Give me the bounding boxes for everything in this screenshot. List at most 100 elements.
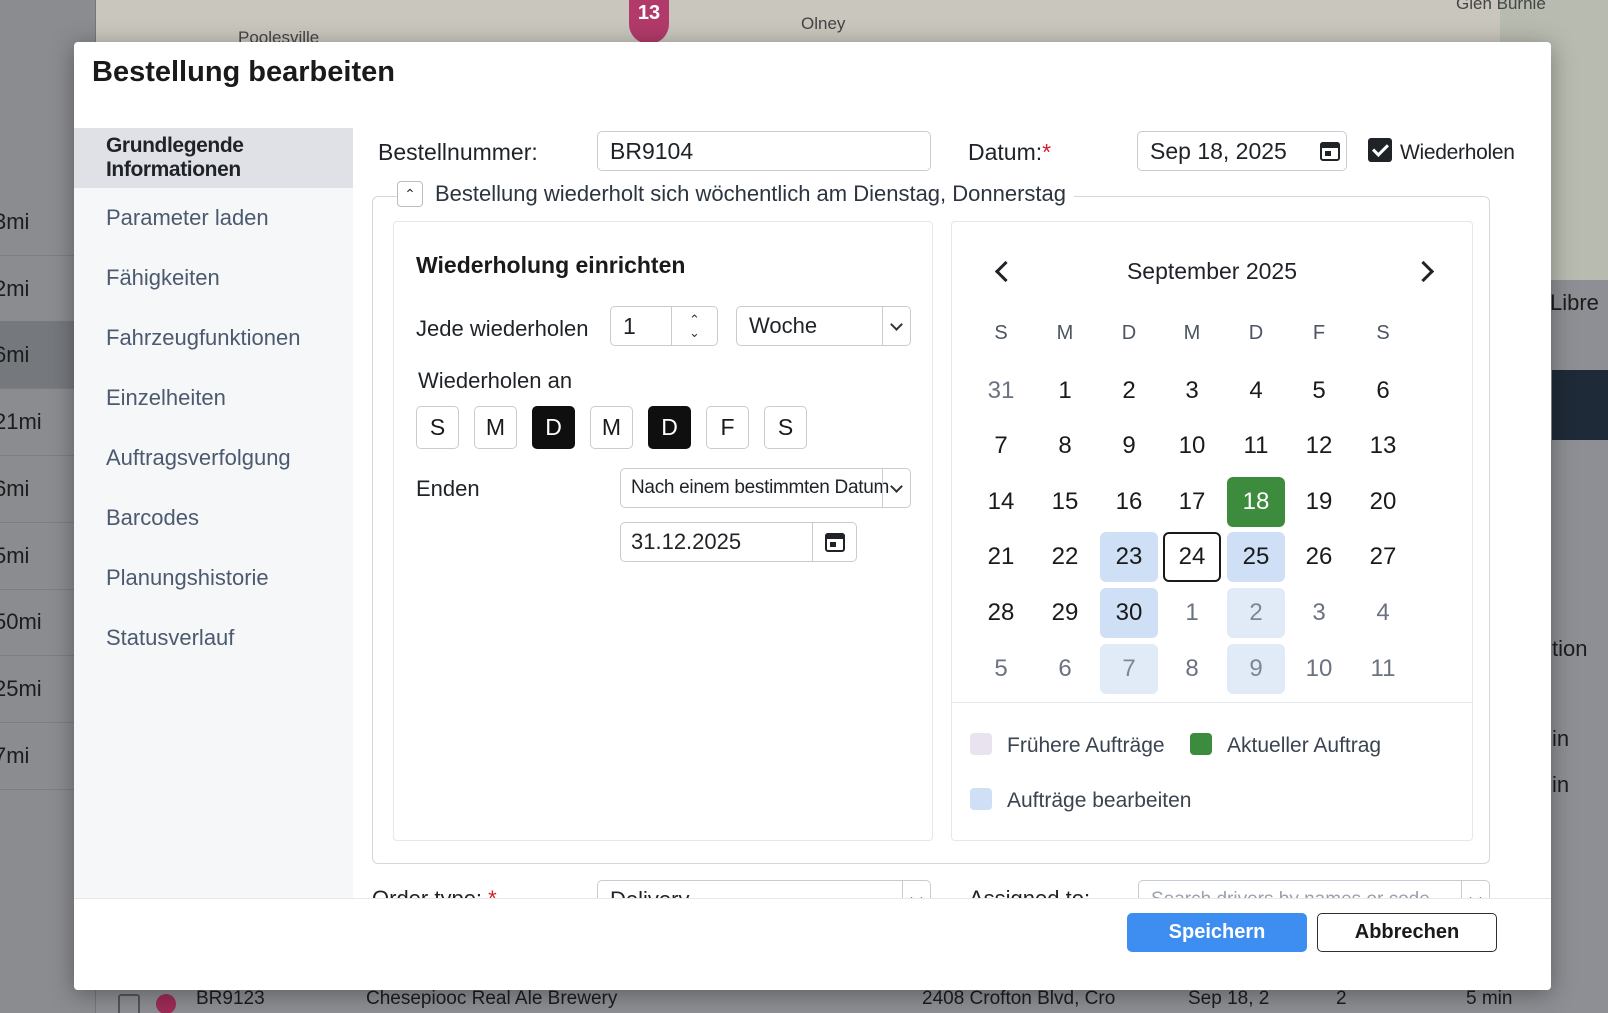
row-customer: Chesepiooc Real Ale Brewery bbox=[366, 988, 618, 1009]
calendar-icon[interactable] bbox=[1314, 132, 1346, 170]
calendar-day[interactable]: 12 bbox=[1290, 421, 1348, 471]
calendar-day[interactable]: 2 bbox=[1227, 588, 1285, 638]
order-type-value: Delivery bbox=[610, 887, 689, 898]
calendar-day[interactable]: 28 bbox=[972, 588, 1030, 638]
calendar-day[interactable]: 6 bbox=[1036, 644, 1094, 694]
chevron-down-icon bbox=[1461, 881, 1489, 898]
weekday-thursday[interactable]: D bbox=[648, 406, 691, 449]
calendar-day[interactable]: 17 bbox=[1163, 477, 1221, 527]
row-date: Sep 18, 2 bbox=[1188, 988, 1270, 1009]
chevron-down-icon bbox=[882, 307, 910, 345]
weekday-monday[interactable]: M bbox=[474, 406, 517, 449]
calendar-day[interactable]: 11 bbox=[1354, 644, 1412, 694]
sidebar-item-basic-info[interactable]: Grundlegende Informationen bbox=[74, 128, 353, 188]
calendar-day[interactable]: 1 bbox=[1036, 366, 1094, 416]
calendar-day[interactable]: 31 bbox=[972, 366, 1030, 416]
calendar-day[interactable]: 3 bbox=[1290, 588, 1348, 638]
background-text: tion bbox=[1552, 636, 1588, 661]
weekday-tuesday[interactable]: D bbox=[532, 406, 575, 449]
calendar-day[interactable]: 11 bbox=[1227, 421, 1285, 471]
order-type-row: Order type: * Delivery Assigned to: Sear… bbox=[372, 878, 1502, 898]
interval-value: 1 bbox=[623, 312, 636, 339]
weekday-header: M bbox=[1183, 322, 1201, 344]
row-address: 2408 Crofton Blvd, Cro bbox=[922, 988, 1116, 1009]
next-month-icon[interactable] bbox=[1412, 258, 1440, 286]
calendar-day[interactable]: 24 bbox=[1163, 532, 1221, 582]
calendar-day[interactable]: 4 bbox=[1354, 588, 1412, 638]
calendar-day[interactable]: 5 bbox=[1290, 366, 1348, 416]
date-input[interactable]: Sep 18, 2025 bbox=[1137, 131, 1347, 171]
sidebar-item-vehicle-features[interactable]: Fahrzeugfunktionen bbox=[74, 308, 353, 368]
calendar-day[interactable]: 10 bbox=[1290, 644, 1348, 694]
calendar-day[interactable]: 25 bbox=[1227, 532, 1285, 582]
sidebar-item-status-history[interactable]: Statusverlauf bbox=[74, 608, 353, 668]
calendar-day[interactable]: 14 bbox=[972, 477, 1030, 527]
date-value: Sep 18, 2025 bbox=[1150, 137, 1287, 164]
weekday-header: D bbox=[1121, 322, 1137, 344]
calendar-day[interactable]: 3 bbox=[1163, 366, 1221, 416]
sidebar-item-details[interactable]: Einzelheiten bbox=[74, 368, 353, 428]
calendar-day[interactable]: 30 bbox=[1100, 588, 1158, 638]
dialog-footer: Speichern Abbrechen bbox=[74, 898, 1551, 990]
weekday-wednesday[interactable]: M bbox=[590, 406, 633, 449]
calendar-icon[interactable] bbox=[812, 523, 856, 561]
calendar-day[interactable]: 5 bbox=[972, 644, 1030, 694]
calendar-day[interactable]: 16 bbox=[1100, 477, 1158, 527]
calendar-day[interactable]: 26 bbox=[1290, 532, 1348, 582]
order-number-input[interactable]: BR9104 bbox=[597, 131, 931, 171]
calendar-day[interactable]: 9 bbox=[1227, 644, 1285, 694]
calendar-day[interactable]: 15 bbox=[1036, 477, 1094, 527]
background-text: in bbox=[1552, 726, 1570, 751]
map-label: Libre bbox=[1550, 290, 1599, 315]
weekday-friday[interactable]: F bbox=[706, 406, 749, 449]
save-button[interactable]: Speichern bbox=[1127, 913, 1307, 952]
repeat-checkbox[interactable] bbox=[1368, 138, 1392, 162]
calendar-day[interactable]: 18 bbox=[1227, 477, 1285, 527]
calendar-day[interactable]: 10 bbox=[1163, 421, 1221, 471]
interval-unit-select[interactable]: Woche bbox=[736, 306, 911, 346]
end-date-input[interactable]: 31.12.2025 bbox=[620, 522, 857, 562]
order-number-label: Bestellnummer: bbox=[378, 139, 538, 165]
order-type-select[interactable]: Delivery bbox=[597, 880, 931, 898]
stepper-arrows-icon[interactable]: ⌃ ⌄ bbox=[671, 307, 717, 345]
calendar-day[interactable]: 23 bbox=[1100, 532, 1158, 582]
sidebar-item-barcodes[interactable]: Barcodes bbox=[74, 488, 353, 548]
assigned-driver-search[interactable]: Search drivers by names or code bbox=[1138, 880, 1490, 898]
order-number-value: BR9104 bbox=[610, 137, 694, 164]
chevron-down-icon bbox=[882, 469, 910, 507]
calendar-day[interactable]: 2 bbox=[1100, 366, 1158, 416]
sidebar-item-planning-history[interactable]: Planungshistorie bbox=[74, 548, 353, 608]
calendar-day[interactable]: 8 bbox=[1163, 644, 1221, 694]
cancel-button[interactable]: Abbrechen bbox=[1317, 913, 1497, 952]
status-dot bbox=[156, 994, 176, 1013]
background-text: in bbox=[1552, 772, 1570, 797]
calendar-day[interactable]: 7 bbox=[972, 421, 1030, 471]
collapse-chevron-icon[interactable]: ⌃ bbox=[397, 181, 423, 207]
recurrence-section: ⌃ Bestellung wiederholt sich wöchentlich… bbox=[372, 181, 1490, 864]
calendar-day[interactable]: 22 bbox=[1036, 532, 1094, 582]
weekday-saturday[interactable]: S bbox=[764, 406, 807, 449]
calendar-day[interactable]: 7 bbox=[1100, 644, 1158, 694]
calendar-day[interactable]: 29 bbox=[1036, 588, 1094, 638]
calendar-day[interactable]: 8 bbox=[1036, 421, 1094, 471]
calendar-day[interactable]: 6 bbox=[1354, 366, 1412, 416]
sidebar-item-skills[interactable]: Fähigkeiten bbox=[74, 248, 353, 308]
calendar-day[interactable]: 13 bbox=[1354, 421, 1412, 471]
weekday-header: S bbox=[994, 322, 1008, 344]
ends-value: Nach einem bestimmten Datum bbox=[631, 477, 890, 498]
weekday-sunday[interactable]: S bbox=[416, 406, 459, 449]
sidebar-item-load-parameters[interactable]: Parameter laden bbox=[74, 188, 353, 248]
calendar-day[interactable]: 21 bbox=[972, 532, 1030, 582]
setup-title: Wiederholung einrichten bbox=[416, 252, 686, 278]
sidebar-item-order-tracking[interactable]: Auftragsverfolgung bbox=[74, 428, 353, 488]
calendar-day[interactable]: 4 bbox=[1227, 366, 1285, 416]
calendar-day[interactable]: 1 bbox=[1163, 588, 1221, 638]
calendar-day[interactable]: 19 bbox=[1290, 477, 1348, 527]
weekday-header: D bbox=[1248, 322, 1264, 344]
ends-select[interactable]: Nach einem bestimmten Datum bbox=[620, 468, 911, 508]
interval-stepper[interactable]: 1 ⌃ ⌄ bbox=[610, 306, 718, 346]
calendar-day[interactable]: 27 bbox=[1354, 532, 1412, 582]
calendar-day[interactable]: 20 bbox=[1354, 477, 1412, 527]
row-checkbox bbox=[118, 994, 140, 1013]
calendar-day[interactable]: 9 bbox=[1100, 421, 1158, 471]
